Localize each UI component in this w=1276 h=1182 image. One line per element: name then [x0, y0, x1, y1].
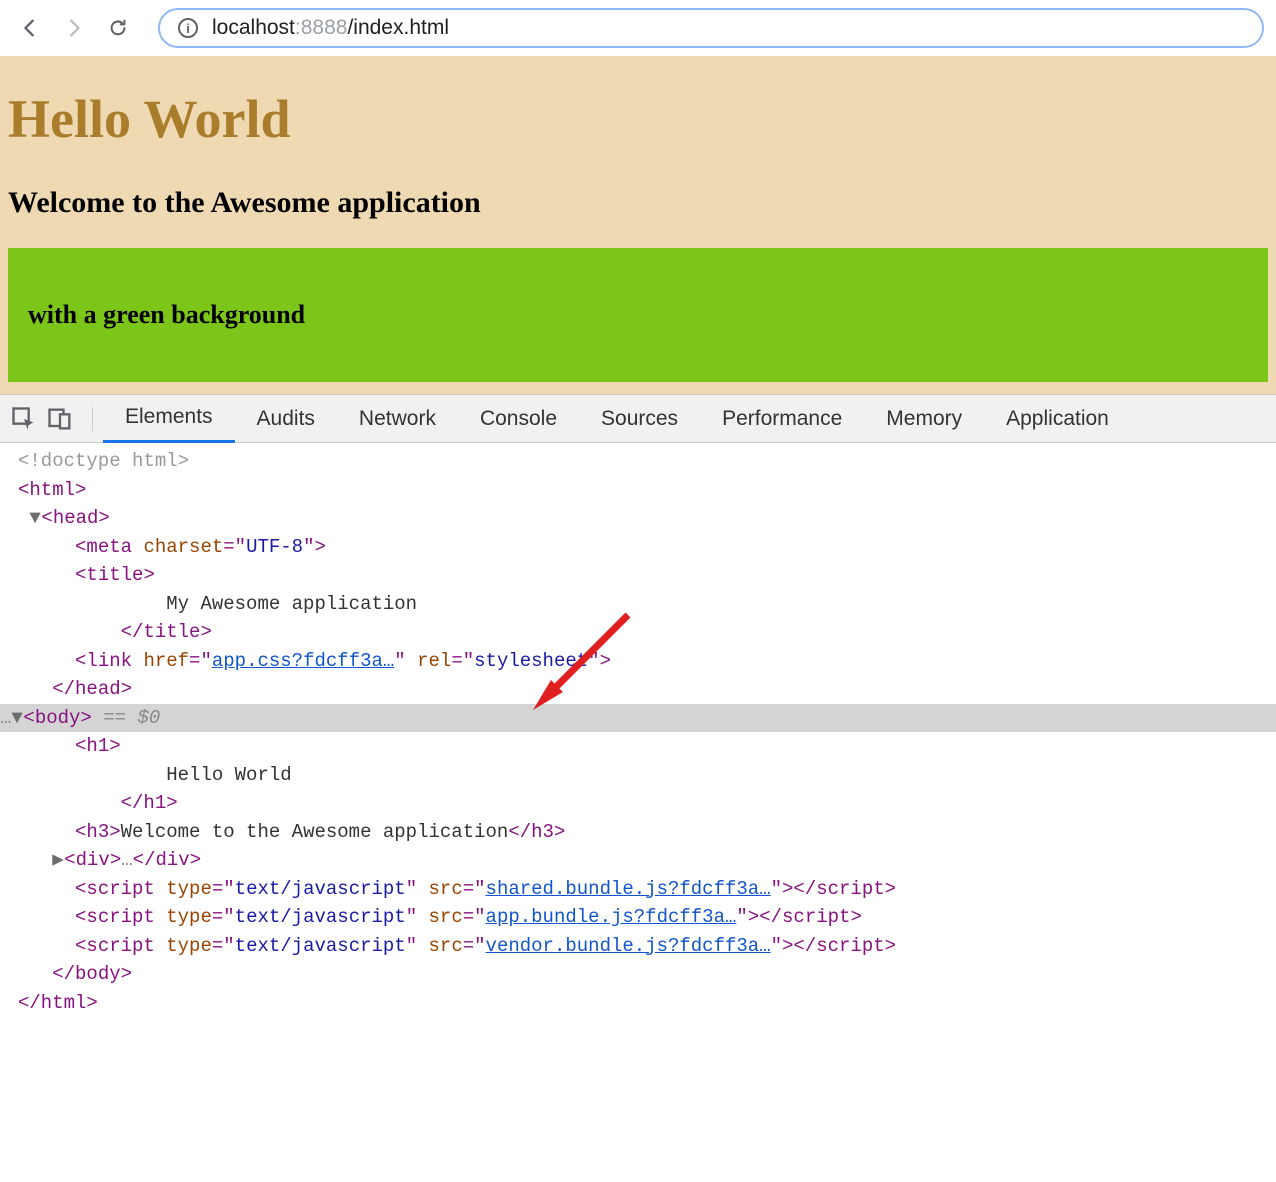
dom-line[interactable]: <h1>: [0, 732, 1276, 761]
dom-line[interactable]: ▼<head>: [0, 504, 1276, 533]
page-h3: Welcome to the Awesome application: [8, 186, 1268, 220]
page-h1: Hello World: [8, 88, 1268, 150]
dom-line[interactable]: <script type="text/javascript" src="vend…: [0, 932, 1276, 961]
script-src-3[interactable]: vendor.bundle.js?fdcff3a…: [486, 935, 771, 957]
dom-line[interactable]: <!doctype html>: [0, 447, 1276, 476]
dom-line[interactable]: <link href="app.css?fdcff3a…" rel="style…: [0, 647, 1276, 676]
inspect-icon: [10, 405, 38, 433]
reload-icon: [107, 17, 129, 39]
url-host: localhost: [212, 16, 295, 40]
tab-console[interactable]: Console: [458, 395, 579, 443]
script-src-1[interactable]: shared.bundle.js?fdcff3a…: [486, 878, 771, 900]
dom-line[interactable]: </head>: [0, 675, 1276, 704]
dom-line[interactable]: <script type="text/javascript" src="app.…: [0, 903, 1276, 932]
green-box-h3: with a green background: [28, 300, 1248, 330]
link-href-value[interactable]: app.css?fdcff3a…: [212, 650, 394, 672]
devtools-tabbar: Elements Audits Network Console Sources …: [0, 395, 1276, 443]
script-src-2[interactable]: app.bundle.js?fdcff3a…: [486, 906, 737, 928]
address-bar[interactable]: i localhost:8888/index.html: [158, 8, 1264, 48]
url-path: /index.html: [347, 16, 449, 40]
dom-line[interactable]: <h3>Welcome to the Awesome application</…: [0, 818, 1276, 847]
tab-memory[interactable]: Memory: [864, 395, 984, 443]
reload-button[interactable]: [100, 10, 136, 46]
tab-application[interactable]: Application: [984, 395, 1131, 443]
dom-line[interactable]: </title>: [0, 618, 1276, 647]
dom-line[interactable]: My Awesome application: [0, 590, 1276, 619]
tab-audits[interactable]: Audits: [235, 395, 337, 443]
doctype-text: <!doctype html>: [18, 450, 189, 472]
chevron-down-icon[interactable]: ▼: [11, 704, 23, 733]
inspect-button[interactable]: [10, 405, 38, 433]
dom-line[interactable]: <html>: [0, 476, 1276, 505]
green-box: with a green background: [8, 248, 1268, 382]
device-icon: [46, 405, 74, 433]
rendered-page: Hello World Welcome to the Awesome appli…: [0, 56, 1276, 394]
back-button[interactable]: [12, 10, 48, 46]
dom-line[interactable]: Hello World: [0, 761, 1276, 790]
chevron-down-icon[interactable]: ▼: [29, 504, 41, 533]
dom-tree[interactable]: <!doctype html> <html> ▼<head> <meta cha…: [0, 443, 1276, 1025]
chevron-right-icon[interactable]: ▶: [52, 846, 64, 875]
tab-performance[interactable]: Performance: [700, 395, 864, 443]
dom-line-selected[interactable]: …▼<body> == $0: [0, 704, 1276, 733]
dom-line[interactable]: </body>: [0, 960, 1276, 989]
browser-toolbar: i localhost:8888/index.html: [0, 0, 1276, 56]
forward-button[interactable]: [56, 10, 92, 46]
dom-line[interactable]: </h1>: [0, 789, 1276, 818]
dom-line[interactable]: ▶<div>…</div>: [0, 846, 1276, 875]
tab-separator: [92, 407, 93, 431]
info-icon: i: [178, 18, 198, 38]
dom-line[interactable]: <meta charset="UTF-8">: [0, 533, 1276, 562]
arrow-left-icon: [19, 17, 41, 39]
devtools-panel: Elements Audits Network Console Sources …: [0, 394, 1276, 1025]
device-button[interactable]: [46, 405, 74, 433]
dom-line[interactable]: </html>: [0, 989, 1276, 1018]
arrow-right-icon: [63, 17, 85, 39]
url-port: :8888: [295, 16, 348, 40]
tab-elements[interactable]: Elements: [103, 395, 235, 443]
tab-sources[interactable]: Sources: [579, 395, 700, 443]
tab-network[interactable]: Network: [337, 395, 458, 443]
dom-line[interactable]: <script type="text/javascript" src="shar…: [0, 875, 1276, 904]
dom-line[interactable]: <title>: [0, 561, 1276, 590]
